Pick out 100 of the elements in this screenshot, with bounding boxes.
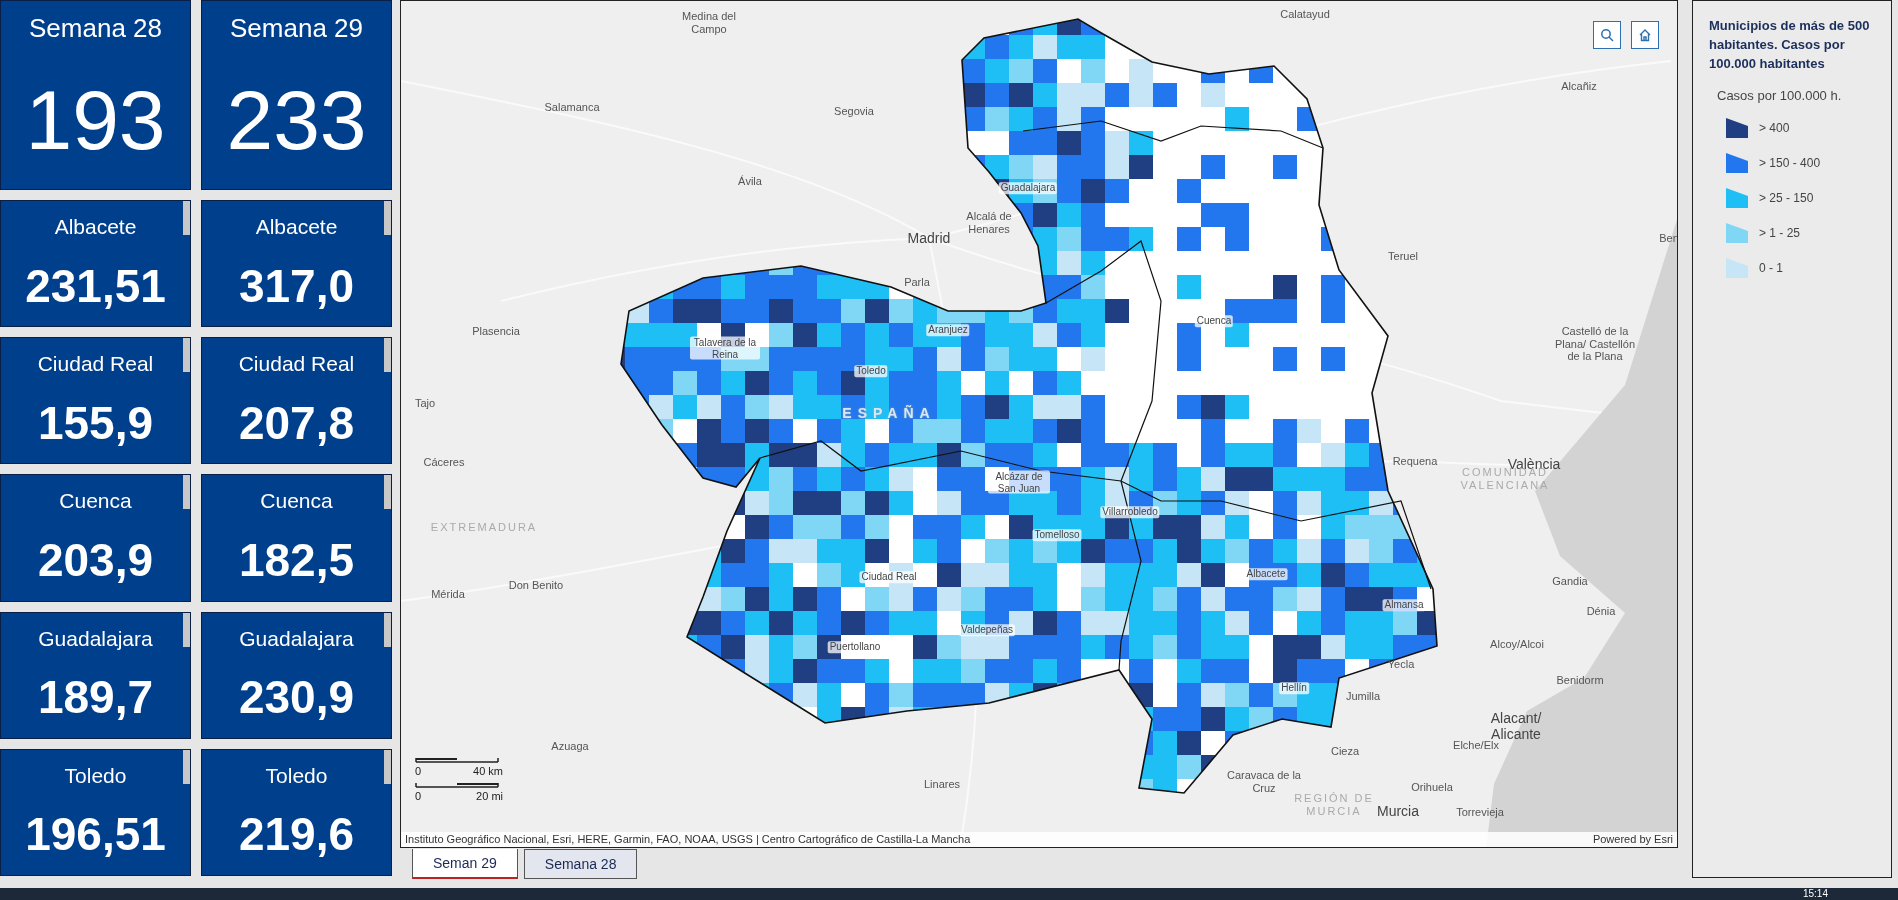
map-label: Dénia: [1586, 604, 1616, 618]
tile-title: Guadalajara: [239, 625, 354, 652]
scrollbar-thumb[interactable]: [183, 338, 190, 373]
map-label: Castelló de la Plana/ Castellón de la Plana: [1553, 325, 1637, 363]
map-label: Alcañiz: [1561, 79, 1597, 93]
map-label: Azuaga: [551, 739, 589, 753]
search-icon: [1600, 28, 1614, 42]
map-label: Alcoy/Alcoi: [1490, 637, 1544, 651]
map-label: Cieza: [1330, 744, 1360, 758]
scale-label: 0: [415, 788, 422, 804]
map-label: REGIÓN DE MURCIA: [1294, 792, 1374, 818]
map-label: Cuenca: [1194, 315, 1234, 327]
legend-label: > 25 - 150: [1759, 190, 1814, 208]
map-label: Caravaca de la Cruz: [1226, 769, 1301, 794]
tile-value: 203,9: [37, 536, 154, 583]
map-label: Jumilla: [1345, 689, 1381, 703]
tile-title: Guadalajara: [38, 625, 153, 652]
map-label: Calatayud: [1280, 7, 1330, 21]
map-label: Yecla: [1387, 657, 1415, 671]
map-label: Albacete: [1244, 568, 1288, 580]
home-icon: [1638, 28, 1652, 42]
week-tab[interactable]: Seman 29: [412, 849, 518, 879]
legend-subtitle: Casos por 100.000 h.: [1717, 86, 1843, 105]
map-label: Parla: [904, 275, 930, 289]
scale-bar-icon: [415, 757, 499, 763]
map-label: Medina del Campo: [681, 10, 737, 36]
tile-title: Cuenca: [59, 488, 132, 515]
map-label: Don Benito: [508, 578, 564, 592]
legend-label: > 150 - 400: [1759, 155, 1821, 173]
scale-label: 40 km: [473, 764, 503, 779]
clock-text: 15:14: [1802, 888, 1828, 900]
map-label: Madrid: [907, 229, 951, 247]
tile-value: 155,9: [37, 399, 154, 446]
scrollbar-thumb[interactable]: [384, 475, 391, 510]
map-label: Benidorm: [1556, 673, 1604, 687]
tile-value: 231,51: [25, 262, 166, 309]
tile-value: 182,5: [238, 536, 355, 583]
tile-title: Albacete: [54, 214, 137, 240]
map-label: Valdepeñas: [958, 624, 1016, 636]
legend-label: > 400: [1759, 120, 1790, 138]
map-label: Talavera de la Reina: [690, 336, 760, 360]
tile-value: 193: [25, 78, 166, 162]
map-label: Plasencia: [472, 324, 520, 338]
map-label: Mérida: [431, 587, 465, 601]
map-label: Almansa: [1382, 599, 1426, 611]
map-label: Ciudad Real: [859, 571, 919, 583]
scrollbar-thumb[interactable]: [183, 612, 190, 647]
map-label: Aranjuez: [926, 324, 970, 336]
map-label: Hellín: [1279, 682, 1309, 694]
map-label: Teruel: [1388, 249, 1418, 263]
map-label: Torrevieja: [1456, 805, 1504, 819]
tile-title: Ciudad Real: [238, 351, 355, 378]
map-label: Cáceres: [423, 455, 465, 469]
search-button[interactable]: [1593, 21, 1621, 49]
map-label: Murcia: [1377, 802, 1419, 820]
map-label: Guadalajara: [998, 182, 1058, 194]
map-label: Villarrobledo: [1100, 506, 1160, 518]
legend-label: > 1 - 25: [1759, 225, 1801, 243]
tile-title: Toledo: [265, 762, 328, 789]
tile-title: Cuenca: [260, 488, 333, 515]
map-label: Puertollano: [827, 641, 883, 653]
scale-label: 0: [415, 764, 422, 779]
tile-value: 189,7: [37, 674, 154, 721]
scrollbar-thumb[interactable]: [183, 749, 190, 784]
map-label: Toledo: [854, 365, 888, 377]
map-label: Alcalá de Henares: [965, 210, 1013, 236]
tile-value: 219,6: [238, 811, 355, 858]
scrollbar-thumb[interactable]: [384, 201, 391, 235]
tile-title: Toledo: [64, 762, 127, 789]
map-label: Tajo: [414, 396, 436, 410]
map-label: Tomelloso: [1032, 529, 1082, 541]
scrollbar-thumb[interactable]: [384, 612, 391, 647]
scrollbar-thumb[interactable]: [384, 338, 391, 373]
week-tab[interactable]: Semana 28: [523, 849, 638, 879]
tile-value: 317,0: [238, 262, 355, 309]
map-label: Ávila: [738, 174, 762, 188]
home-button[interactable]: [1631, 21, 1659, 49]
scrollbar-thumb[interactable]: [384, 749, 391, 784]
scrollbar-thumb[interactable]: [183, 201, 190, 235]
scale-label: 20 mi: [476, 788, 503, 804]
legend-label: 0 - 1: [1759, 260, 1783, 278]
powered-by-text: Powered by Esri: [1592, 832, 1673, 847]
legend-title: Municipios de más de 500 habitantes. Casos por 100.000 habitantes: [1709, 17, 1871, 73]
map-label: Segovia: [834, 104, 874, 118]
map-label: Gandia: [1552, 574, 1588, 588]
tile-title: Albacete: [255, 214, 338, 240]
tile-value: 196,51: [25, 811, 166, 858]
map-label: Alcázar de San Juan: [988, 470, 1050, 494]
map-label: ESPAÑA: [842, 404, 936, 422]
map-label: Requena: [1392, 454, 1438, 468]
scrollbar-thumb[interactable]: [183, 475, 190, 510]
map-label: Salamanca: [544, 100, 600, 114]
attribution-text: Instituto Geográfico Nacional, Esri, HERE, Garmin, FAO, NOAA, USGS | Centro Cartográfico de Castilla-La Mancha: [405, 832, 971, 847]
tile-title: Ciudad Real: [37, 351, 154, 378]
scale-bar-icon: [415, 781, 499, 788]
tile-value: 233: [226, 78, 367, 162]
tile-title: Semana 28: [29, 12, 162, 45]
tile-value: 207,8: [238, 399, 355, 446]
tile-title: Semana 29: [230, 12, 363, 45]
map-label: Linares: [923, 777, 961, 791]
